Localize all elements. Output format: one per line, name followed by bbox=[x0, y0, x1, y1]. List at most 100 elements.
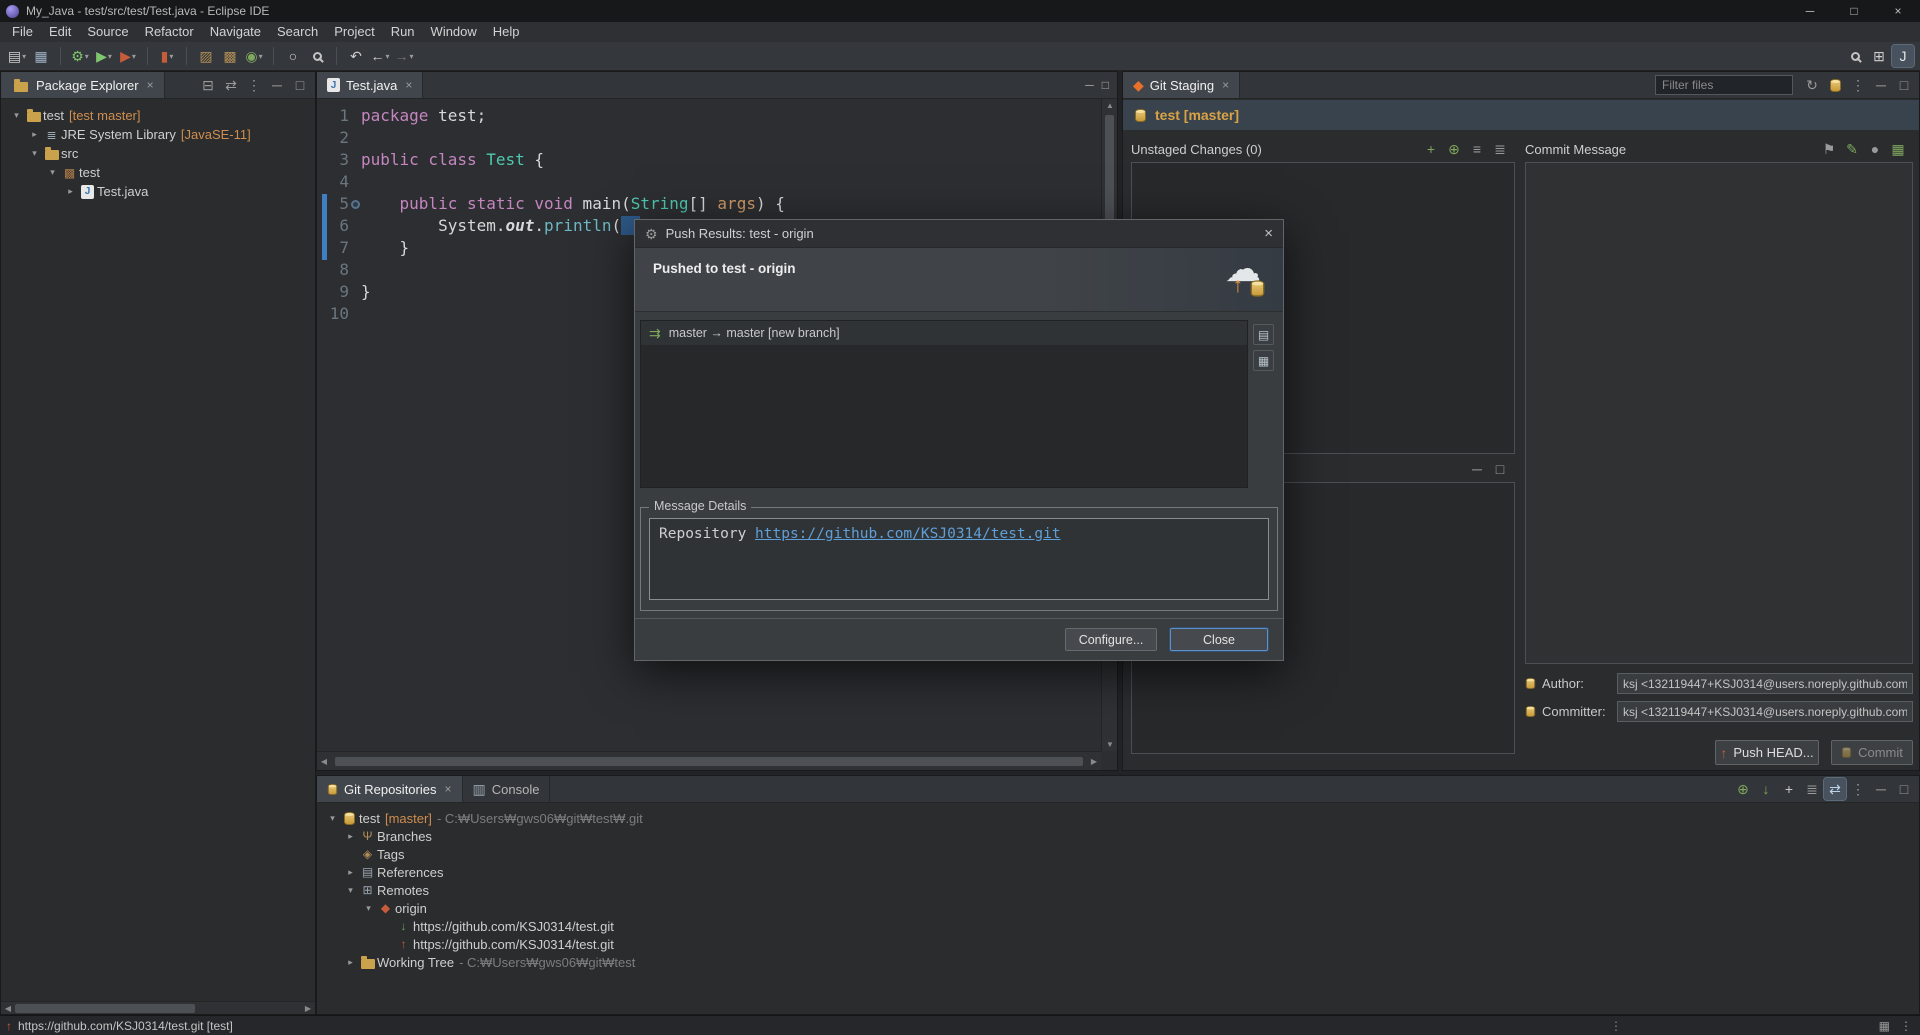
git-repository-item[interactable]: ▾ ⊞ Remotes bbox=[317, 881, 1919, 899]
minimize-icon[interactable]: ─ bbox=[1870, 74, 1892, 96]
editor-hscrollbar[interactable]: ◀ ▶ bbox=[317, 751, 1101, 770]
expander-icon[interactable]: ▾ bbox=[343, 885, 358, 896]
git-repository-item[interactable]: ▾ test [master] - C:₩Users₩gws06₩git₩test₩… bbox=[317, 809, 1919, 827]
sign-commit-icon[interactable]: ● bbox=[1864, 138, 1886, 160]
package-explorer-item[interactable]: ▾ test [test master] bbox=[1, 106, 315, 125]
menu-help[interactable]: Help bbox=[485, 22, 528, 42]
menu-run[interactable]: Run bbox=[383, 22, 423, 42]
maximize-icon[interactable]: □ bbox=[289, 74, 311, 96]
dropdown-caret-icon[interactable]: ▾ bbox=[409, 52, 413, 61]
minimize-icon[interactable]: ─ bbox=[266, 74, 288, 96]
amend-commit-icon[interactable]: ⚑ bbox=[1818, 138, 1840, 160]
menu-file[interactable]: File bbox=[4, 22, 41, 42]
scroll-thumb[interactable] bbox=[1105, 115, 1114, 225]
menu-window[interactable]: Window bbox=[423, 22, 485, 42]
tab-test-java[interactable]: J Test.java × bbox=[317, 72, 424, 98]
dialog-titlebar[interactable]: ⚙ Push Results: test - origin × bbox=[635, 220, 1283, 248]
add-all-icon[interactable]: ⊕ bbox=[1443, 138, 1465, 160]
clone-repository-icon[interactable]: ↓ bbox=[1755, 778, 1777, 800]
scroll-down-icon[interactable]: ▼ bbox=[1102, 740, 1118, 749]
minimize-icon[interactable]: ─ bbox=[1085, 78, 1094, 92]
expander-icon[interactable]: ▾ bbox=[325, 813, 340, 824]
presentation-flat-icon[interactable]: ≡ bbox=[1466, 138, 1488, 160]
scroll-thumb[interactable] bbox=[15, 1003, 195, 1013]
new-class-icon[interactable]: ◉ ▾ bbox=[243, 45, 265, 67]
branch-hierarchy-icon[interactable]: ≣ bbox=[1801, 778, 1823, 800]
dropdown-caret-icon[interactable]: ▾ bbox=[169, 52, 173, 61]
add-change-id-icon[interactable]: ▦ bbox=[1887, 138, 1909, 160]
tab-git-staging[interactable]: ◆ Git Staging × bbox=[1123, 72, 1241, 98]
expander-icon[interactable]: ▾ bbox=[361, 903, 376, 914]
menu-edit[interactable]: Edit bbox=[41, 22, 79, 42]
git-repository-item[interactable]: ▸ Working Tree - C:₩Users₩gws06₩git₩test bbox=[317, 953, 1919, 971]
filter-files-input[interactable] bbox=[1655, 75, 1793, 95]
expander-icon[interactable]: ▸ bbox=[63, 186, 78, 197]
configure-button[interactable]: Configure... bbox=[1065, 628, 1157, 651]
refresh-icon[interactable]: ↻ bbox=[1801, 74, 1823, 96]
author-input[interactable] bbox=[1617, 673, 1913, 694]
tab-package-explorer[interactable]: Package Explorer × bbox=[1, 72, 165, 98]
scroll-right-icon[interactable]: ▶ bbox=[301, 1004, 315, 1013]
run-icon[interactable]: ▶ ▾ bbox=[93, 45, 115, 67]
expander-icon[interactable]: ▸ bbox=[343, 957, 358, 968]
menu-search[interactable]: Search bbox=[269, 22, 326, 42]
switch-repository-icon[interactable] bbox=[1824, 74, 1846, 96]
minimize-section-icon[interactable]: ─ bbox=[1466, 458, 1488, 480]
create-repository-icon[interactable]: + bbox=[1778, 778, 1800, 800]
repository-header[interactable]: test [master] bbox=[1123, 100, 1919, 130]
menu-navigate[interactable]: Navigate bbox=[202, 22, 269, 42]
link-with-selection-icon[interactable]: ⇄ bbox=[1823, 777, 1847, 801]
close-icon[interactable]: × bbox=[1222, 78, 1229, 92]
repository-url-link[interactable]: https://github.com/KSJ0314/test.git bbox=[755, 526, 1061, 542]
push-result-list[interactable]: ⇉ master → master [new branch] bbox=[640, 320, 1248, 488]
git-repository-item[interactable]: ◈ Tags bbox=[317, 845, 1919, 863]
dropdown-caret-icon[interactable]: ▾ bbox=[108, 52, 112, 61]
git-repository-item[interactable]: ↑ https://github.com/KSJ0314/test.git bbox=[317, 935, 1919, 953]
open-type-icon[interactable]: ○ bbox=[282, 45, 304, 67]
push-head-button[interactable]: ↑ Push HEAD... bbox=[1715, 740, 1819, 765]
expander-icon[interactable]: ▸ bbox=[27, 129, 42, 140]
package-explorer-item[interactable]: ▸ ≣ JRE System Library [JavaSE-11] bbox=[1, 125, 315, 144]
signed-off-by-icon[interactable]: ✎ bbox=[1841, 138, 1863, 160]
package-explorer-item[interactable]: ▾ ▩ test bbox=[1, 163, 315, 182]
dropdown-caret-icon[interactable]: ▾ bbox=[85, 52, 89, 61]
menu-source[interactable]: Source bbox=[79, 22, 136, 42]
scroll-left-icon[interactable]: ◀ bbox=[317, 757, 331, 766]
new-wizard-icon[interactable]: ▤ ▾ bbox=[6, 45, 28, 67]
view-menu-icon[interactable]: ⋮ bbox=[1847, 778, 1869, 800]
expander-icon[interactable]: ▸ bbox=[343, 831, 358, 842]
open-in-commit-viewer-icon[interactable]: ▦ bbox=[1253, 350, 1274, 371]
expander-icon[interactable]: ▸ bbox=[343, 867, 358, 878]
add-selected-icon[interactable]: + bbox=[1420, 138, 1442, 160]
commit-button[interactable]: Commit bbox=[1831, 740, 1913, 765]
dropdown-caret-icon[interactable]: ▾ bbox=[132, 52, 136, 61]
scroll-up-icon[interactable]: ▲ bbox=[1102, 101, 1118, 110]
coverage-icon[interactable]: ▮ ▾ bbox=[156, 45, 178, 67]
external-tools-icon[interactable]: ▶ ▾ bbox=[117, 45, 139, 67]
menu-project[interactable]: Project bbox=[326, 22, 382, 42]
dialog-close-icon[interactable]: × bbox=[1264, 225, 1273, 242]
new-java-project-icon[interactable]: ▨ bbox=[195, 45, 217, 67]
git-repository-item[interactable]: ▸ Ψ Branches bbox=[317, 827, 1919, 845]
close-icon[interactable]: × bbox=[147, 78, 154, 92]
committer-input[interactable] bbox=[1617, 701, 1913, 722]
link-with-editor-icon[interactable]: ⇄ bbox=[220, 74, 242, 96]
add-repository-icon[interactable]: ⊕ bbox=[1732, 778, 1754, 800]
statusbar-menu-icon[interactable]: ⋮ bbox=[1900, 1019, 1912, 1033]
debug-icon[interactable]: ⚙ ▾ bbox=[69, 45, 91, 67]
copy-details-icon[interactable]: ▤ bbox=[1253, 324, 1274, 345]
package-explorer-item[interactable]: ▾ src bbox=[1, 144, 315, 163]
dropdown-caret-icon[interactable]: ▾ bbox=[385, 52, 389, 61]
view-menu-icon[interactable]: ⋮ bbox=[243, 74, 265, 96]
menu-refactor[interactable]: Refactor bbox=[137, 22, 202, 42]
collapse-all-icon[interactable]: ⊟ bbox=[197, 74, 219, 96]
maximize-icon[interactable]: □ bbox=[1893, 74, 1915, 96]
open-perspective-icon[interactable]: ⊞ bbox=[1868, 45, 1890, 67]
back-icon[interactable]: ← ▾ bbox=[369, 45, 391, 67]
search-icon[interactable] bbox=[1844, 45, 1866, 67]
maximize-icon[interactable]: □ bbox=[1102, 78, 1109, 92]
git-repository-item[interactable]: ↓ https://github.com/KSJ0314/test.git bbox=[317, 917, 1919, 935]
forward-icon[interactable]: → ▾ bbox=[393, 45, 415, 67]
scroll-left-icon[interactable]: ◀ bbox=[1, 1004, 15, 1013]
search-icon[interactable] bbox=[306, 45, 328, 67]
